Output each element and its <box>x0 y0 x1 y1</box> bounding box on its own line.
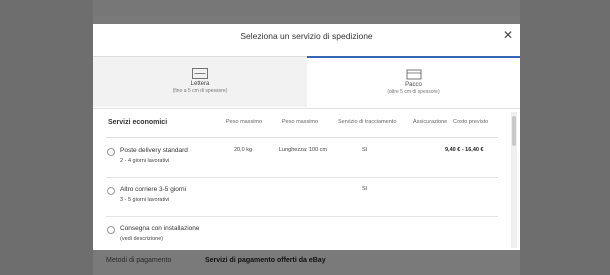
tab-pacco[interactable]: Pacco (oltre 5 cm di spessore) <box>307 56 520 108</box>
tab-pacco-desc: (oltre 5 cm di spessore) <box>387 89 440 95</box>
service-delivery-time: 2 - 4 giorni lavorativi <box>120 158 170 164</box>
column-peso-massimo: Peso massimo <box>226 119 263 125</box>
service-delivery-time: 3 - 5 giorni lavorativi <box>120 197 170 203</box>
table-row: Poste delivery standard 2 - 4 giorni lav… <box>93 138 520 177</box>
service-size: Lunghezza: 100 cm <box>279 147 328 153</box>
package-type-tabs: Lettera (fino a 5 cm di spessore) Pacco … <box>93 56 520 108</box>
service-name: Consegna con installazione <box>120 225 200 232</box>
background-payment-row: Metodi di pagamento Servizi di pagamento… <box>93 250 520 275</box>
service-weight: 20,0 kg <box>234 147 253 153</box>
service-tracking: Sì <box>362 186 368 192</box>
service-radio[interactable] <box>107 187 115 195</box>
services-list: Servizi economici Peso massimo Peso mass… <box>93 109 520 250</box>
table-header: Servizi economici Peso massimo Peso mass… <box>93 109 520 137</box>
service-radio[interactable] <box>107 148 115 156</box>
service-name: Poste delivery standard <box>120 147 188 154</box>
service-cost: 9,40 € - 16,40 € <box>445 147 484 153</box>
column-costo: Costo previsto <box>453 119 489 125</box>
tab-pacco-label: Pacco <box>405 82 422 88</box>
envelope-icon <box>192 68 208 79</box>
close-icon[interactable]: ✕ <box>501 28 515 42</box>
tab-lettera-label: Lettera <box>190 81 210 87</box>
column-assicurazione: Assicurazione <box>413 119 448 125</box>
table-row: Consegna con installazione (vedi descriz… <box>93 216 520 250</box>
service-name: Altro corriere 3-5 giorni <box>120 186 187 193</box>
service-delivery-time: (vedi descrizione) <box>120 236 164 242</box>
column-tracciamento: Servizio di tracciamento <box>338 119 397 125</box>
service-tracking: Sì <box>362 147 368 153</box>
table-row: Altro corriere 3-5 giorni 3 - 5 giorni l… <box>93 177 520 216</box>
background-header <box>93 0 520 16</box>
payment-methods-label: Metodi di pagamento <box>106 257 172 264</box>
section-title: Servizi economici <box>108 119 168 126</box>
tab-lettera-desc: (fino a 5 cm di spessore) <box>172 88 228 94</box>
scrollbar-thumb[interactable] <box>512 116 516 146</box>
modal-title: Seleziona un servizio di spedizione <box>240 31 373 41</box>
package-icon <box>406 69 421 80</box>
tab-lettera[interactable]: Lettera (fino a 5 cm di spessore) <box>93 56 308 107</box>
shipping-service-modal: Seleziona un servizio di spedizione ✕ Le… <box>93 24 520 250</box>
payment-methods-value: Servizi di pagamento offerti da eBay <box>205 257 326 264</box>
column-peso-massimo-2: Peso massimo <box>282 119 319 125</box>
service-radio[interactable] <box>107 226 115 234</box>
